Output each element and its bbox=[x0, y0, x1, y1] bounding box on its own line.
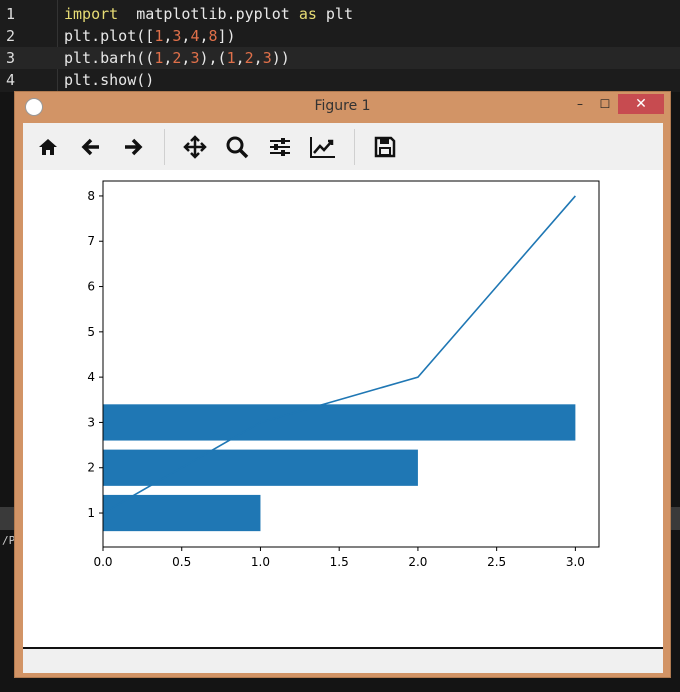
bar bbox=[103, 404, 576, 441]
x-tick-label: 0.5 bbox=[172, 555, 191, 569]
y-tick-label: 8 bbox=[87, 189, 95, 203]
code-token: ]) bbox=[217, 27, 236, 45]
y-tick-label: 1 bbox=[87, 506, 95, 520]
code-token: 1 bbox=[154, 49, 164, 67]
code-text: plt.barh((1,2,3),(1,2,3)) bbox=[64, 47, 290, 69]
code-line[interactable]: 3 plt.barh((1,2,3),(1,2,3)) bbox=[0, 47, 680, 69]
y-tick-label: 6 bbox=[87, 280, 95, 294]
line-number: 3 bbox=[6, 49, 16, 67]
back-icon bbox=[81, 138, 99, 156]
y-tick-label: 4 bbox=[87, 370, 95, 384]
code-token: 1 bbox=[226, 49, 236, 67]
back-button[interactable] bbox=[76, 132, 106, 162]
console-text: /P bbox=[2, 534, 16, 547]
code-token: plt bbox=[316, 5, 353, 23]
line-number: 4 bbox=[6, 71, 16, 89]
code-token: 2 bbox=[244, 49, 254, 67]
x-tick-label: 1.0 bbox=[251, 555, 270, 569]
edit-axis-icon bbox=[310, 137, 335, 158]
edit-axis-button[interactable] bbox=[308, 132, 338, 162]
figure-canvas[interactable]: 0.0 0.5 1.0 1.5 2.0 2.5 3.0 1 2 3 4 5 6 7 8 bbox=[23, 170, 663, 646]
code-token: import bbox=[64, 5, 119, 23]
home-icon bbox=[39, 139, 57, 155]
code-text: plt.show() bbox=[64, 69, 154, 91]
x-tick-label: 2.0 bbox=[408, 555, 427, 569]
code-token: , bbox=[199, 27, 209, 45]
status-bar bbox=[23, 647, 663, 673]
code-text: import matplotlib.pyplot as plt bbox=[64, 3, 353, 25]
y-tick-label: 5 bbox=[87, 325, 95, 339]
code-editor[interactable]: 1 import matplotlib.pyplot as plt 2 plt.plo… bbox=[0, 0, 680, 92]
code-token: plt.plot([ bbox=[64, 27, 155, 45]
figure-window: Figure 1 – ☐ ✕ 0.0 0.5 1.0 1.5 2.0 2.5 3.0 1 2 3 4… bbox=[15, 92, 670, 677]
code-token: )) bbox=[271, 49, 290, 67]
zoom-icon bbox=[226, 136, 249, 159]
code-token: as bbox=[298, 5, 317, 23]
code-token: plt.show() bbox=[64, 71, 155, 89]
pan-icon bbox=[183, 135, 207, 159]
code-token: ),( bbox=[199, 49, 227, 67]
code-token: , bbox=[235, 49, 245, 67]
code-line[interactable]: 4 plt.show() bbox=[0, 69, 680, 91]
configure-subplots-button[interactable] bbox=[265, 132, 295, 162]
code-line[interactable]: 1 import matplotlib.pyplot as plt bbox=[0, 3, 680, 25]
save-icon bbox=[374, 136, 396, 158]
code-token: 3 bbox=[262, 49, 272, 67]
configure-subplots-icon bbox=[270, 138, 290, 156]
code-token: , bbox=[253, 49, 263, 67]
code-token: 8 bbox=[208, 27, 218, 45]
bar bbox=[103, 449, 418, 486]
y-tick-label: 2 bbox=[87, 461, 95, 475]
forward-icon bbox=[125, 138, 143, 156]
code-line[interactable]: 2 plt.plot([1,3,4,8]) bbox=[0, 25, 680, 47]
maximize-button[interactable]: ☐ bbox=[595, 94, 615, 114]
code-token: 1 bbox=[154, 27, 164, 45]
y-tick-label: 7 bbox=[87, 234, 95, 248]
x-tick-label: 1.5 bbox=[330, 555, 349, 569]
close-button[interactable]: ✕ bbox=[618, 94, 664, 114]
x-tick-label: 3.0 bbox=[566, 555, 585, 569]
home-button[interactable] bbox=[33, 132, 63, 162]
x-tick-label: 0.0 bbox=[93, 555, 112, 569]
code-text: plt.plot([1,3,4,8]) bbox=[64, 25, 236, 47]
zoom-button[interactable] bbox=[222, 132, 252, 162]
code-token: plt.barh(( bbox=[64, 49, 155, 67]
plot: 0.0 0.5 1.0 1.5 2.0 2.5 3.0 1 2 3 4 5 6 7 8 bbox=[87, 180, 600, 569]
code-token: matplotlib.pyplot bbox=[118, 5, 299, 23]
save-button[interactable] bbox=[370, 132, 400, 162]
y-tick-label: 3 bbox=[87, 415, 95, 429]
pan-button[interactable] bbox=[180, 132, 210, 162]
title-bar[interactable]: Figure 1 – ☐ ✕ bbox=[15, 92, 670, 120]
line-number: 2 bbox=[6, 27, 16, 45]
x-tick-label: 2.5 bbox=[487, 555, 506, 569]
toolbar bbox=[23, 123, 663, 171]
axes-frame bbox=[102, 180, 600, 548]
minimize-button[interactable]: – bbox=[570, 94, 590, 114]
forward-button[interactable] bbox=[118, 132, 148, 162]
line-number: 1 bbox=[6, 5, 16, 23]
